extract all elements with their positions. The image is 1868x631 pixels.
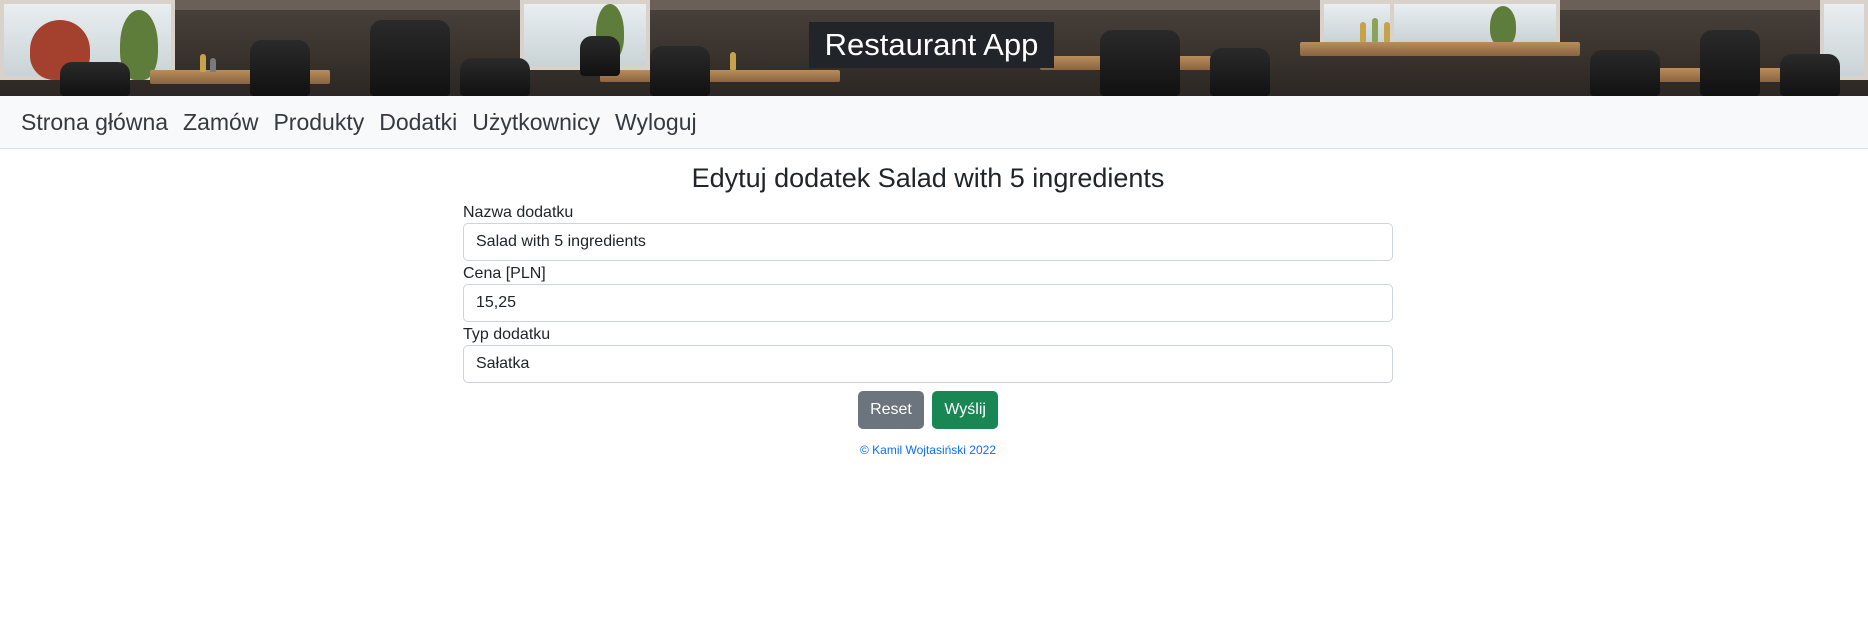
- name-input[interactable]: [463, 223, 1393, 261]
- banner-ceiling: [0, 0, 1868, 10]
- edit-addon-form: Edytuj dodatek Salad with 5 ingredients …: [463, 149, 1393, 457]
- footer-copyright: © Kamil Wojtasiński 2022: [859, 443, 996, 457]
- banner-chair: [370, 20, 450, 96]
- banner-chair: [250, 40, 310, 96]
- banner-bottle: [1360, 22, 1366, 42]
- banner-chair: [650, 46, 710, 96]
- banner-chair: [460, 58, 530, 96]
- nav-link-home[interactable]: Strona główna: [21, 109, 168, 136]
- form-buttons: Reset Wyślij: [463, 391, 1393, 429]
- banner-table: [600, 70, 840, 82]
- nav-link-logout[interactable]: Wyloguj: [615, 109, 697, 136]
- banner-chair: [60, 62, 130, 96]
- reset-button[interactable]: Reset: [858, 391, 924, 429]
- banner-bottle: [200, 54, 206, 72]
- banner-table: [1300, 42, 1580, 56]
- type-input[interactable]: [463, 345, 1393, 383]
- banner-bottle: [730, 52, 736, 70]
- price-input[interactable]: [463, 284, 1393, 322]
- banner-chair: [1100, 30, 1180, 96]
- banner-chair: [1780, 54, 1840, 96]
- price-label: Cena [PLN]: [463, 265, 546, 282]
- main-navbar: Strona główna Zamów Produkty Dodatki Uży…: [0, 96, 1868, 149]
- nav-link-products[interactable]: Produkty: [273, 109, 364, 136]
- app-title: Restaurant App: [809, 22, 1054, 68]
- banner-chair: [580, 36, 620, 76]
- header-banner: Restaurant App: [0, 0, 1868, 96]
- banner-plant: [1490, 6, 1516, 46]
- type-label: Typ dodatku: [463, 326, 551, 343]
- banner-bottle: [1372, 18, 1378, 42]
- nav-link-users[interactable]: Użytkownicy: [472, 109, 600, 136]
- banner-bottle: [210, 58, 216, 72]
- nav-link-addons[interactable]: Dodatki: [379, 109, 457, 136]
- banner-window: [1390, 0, 1560, 46]
- banner-bottle: [1384, 22, 1390, 42]
- name-label: Nazwa dodatku: [463, 204, 574, 221]
- banner-chair: [1700, 30, 1760, 96]
- page-title: Edytuj dodatek Salad with 5 ingredients: [691, 163, 1165, 193]
- submit-button[interactable]: Wyślij: [932, 391, 998, 429]
- nav-link-order[interactable]: Zamów: [183, 109, 258, 136]
- banner-chair: [1210, 48, 1270, 96]
- banner-chair: [1590, 50, 1660, 96]
